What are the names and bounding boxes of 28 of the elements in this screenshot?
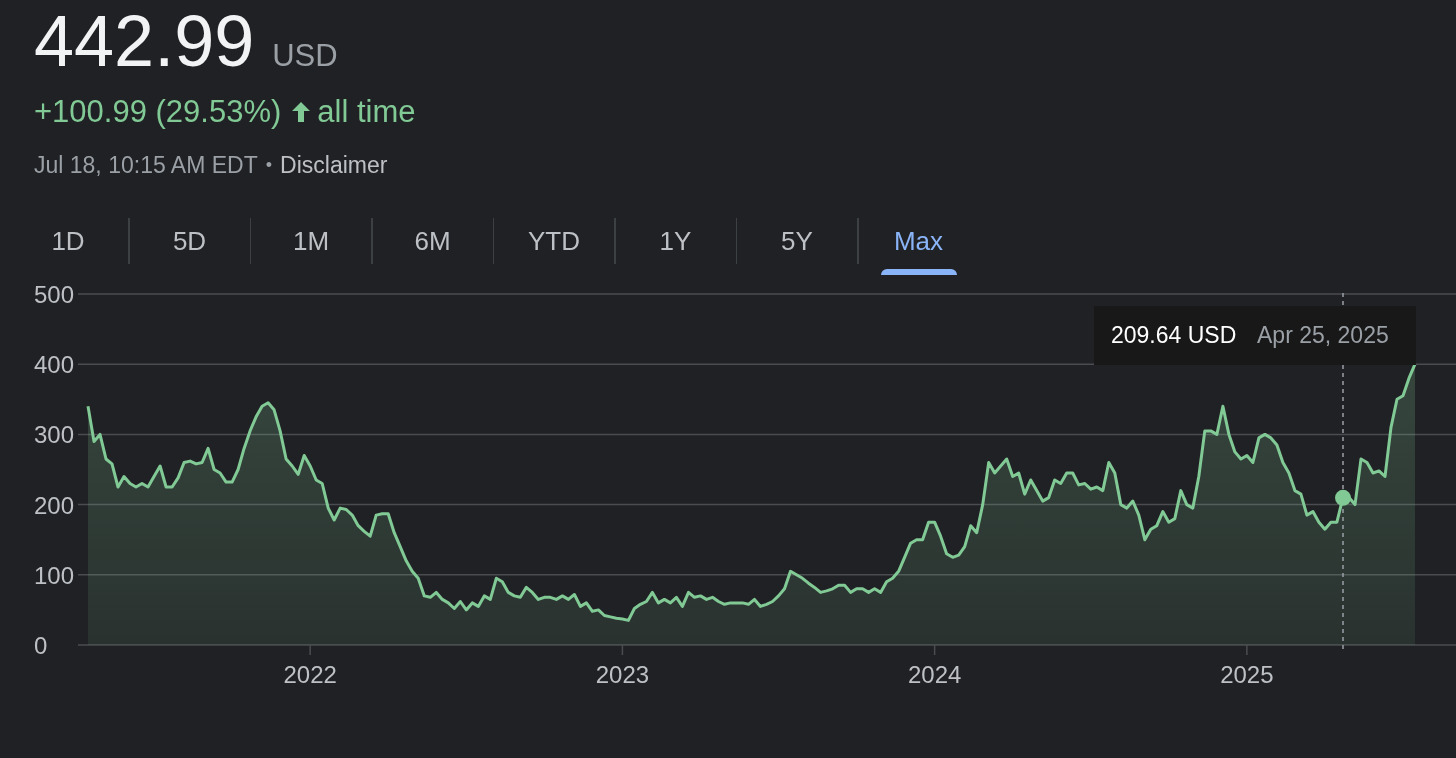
y-axis-label: 500 <box>34 281 75 308</box>
tooltip-value: 209.64 USD <box>1111 322 1237 348</box>
timestamp: Jul 18, 10:15 AM EDT <box>34 152 258 179</box>
stock-price: 442.99 <box>34 2 255 80</box>
arrow-icon <box>291 100 312 124</box>
x-axis-label: 2022 <box>283 661 337 688</box>
y-axis-label: 100 <box>34 561 75 589</box>
range-tab[interactable]: 1M <box>251 211 371 271</box>
disclaimer-link[interactable]: Disclaimer <box>280 152 388 179</box>
y-axis-label: 300 <box>34 421 75 449</box>
change-period: all time <box>317 94 416 130</box>
y-axis-label: 400 <box>34 351 75 379</box>
y-axis-label: 0 <box>34 632 48 659</box>
tooltip-date: Apr 25, 2025 <box>1257 322 1389 348</box>
currency-label: USD <box>272 38 338 74</box>
range-tab[interactable]: 1D <box>8 211 128 271</box>
range-tab[interactable]: 1Y <box>615 211 736 271</box>
x-axis-label: 2024 <box>907 661 962 688</box>
separator-dot: • <box>265 155 273 176</box>
range-tab[interactable]: 5Y <box>737 211 857 271</box>
range-tab[interactable]: YTD <box>494 211 614 271</box>
y-axis-label: 200 <box>34 491 75 519</box>
range-tab[interactable]: 6M <box>372 211 493 271</box>
x-axis-label: 2023 <box>595 661 650 688</box>
x-axis-label: 2025 <box>1220 661 1274 688</box>
hover-point[interactable] <box>1335 489 1351 506</box>
range-tab[interactable]: 5D <box>129 211 250 271</box>
price-change: +100.99 (29.53%) <box>34 94 282 130</box>
